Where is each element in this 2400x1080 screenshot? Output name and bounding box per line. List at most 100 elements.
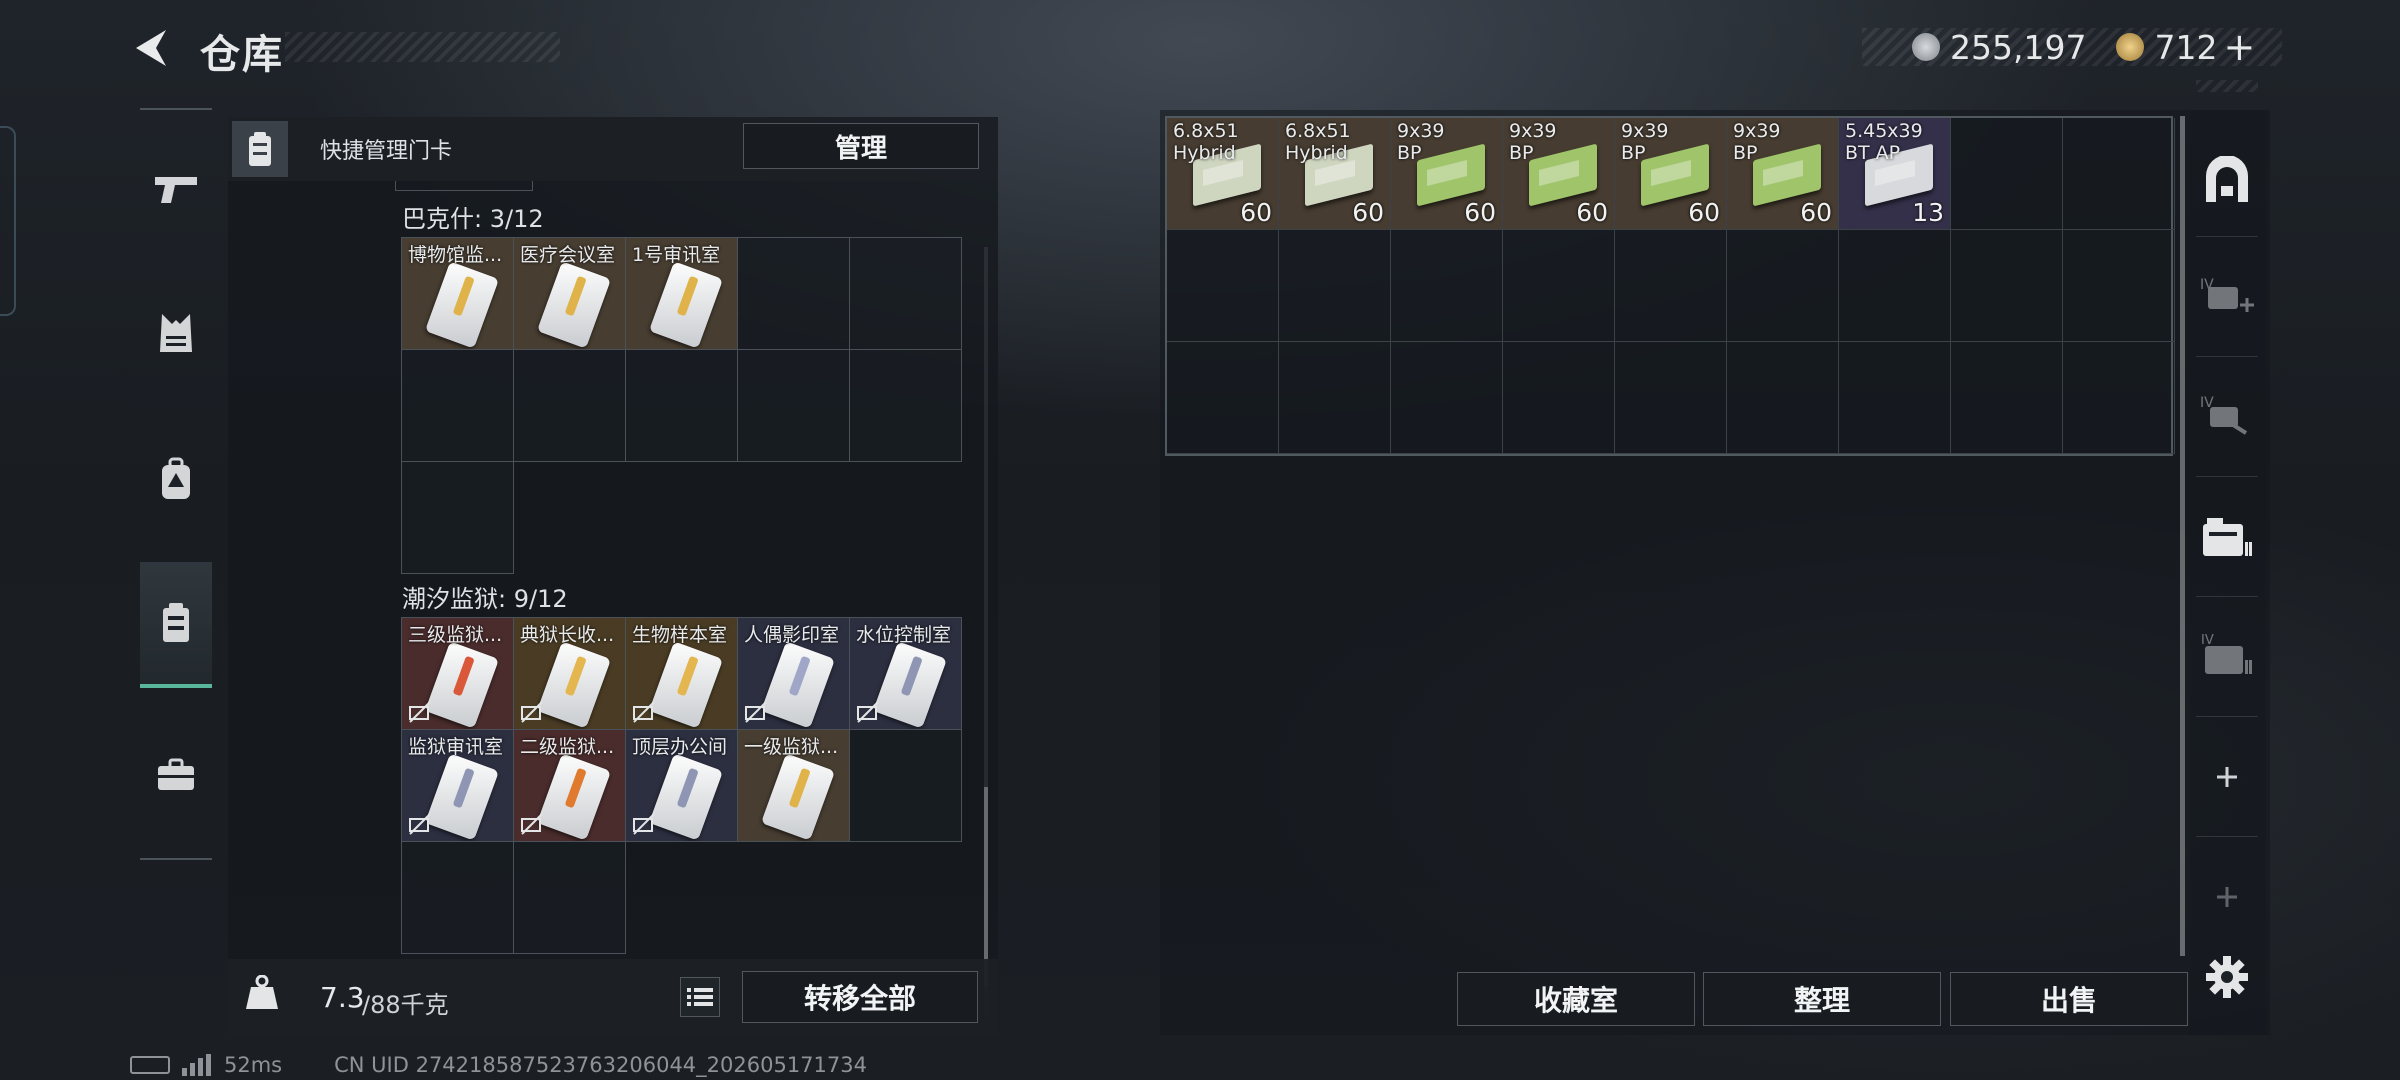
- empty-slot[interactable]: [513, 349, 626, 462]
- tool-add-slot-2[interactable]: [2198, 868, 2256, 926]
- empty-slot[interactable]: [1615, 342, 1727, 454]
- tool-separator: [2196, 236, 2258, 237]
- keycard-slot[interactable]: 1号审讯室: [625, 237, 738, 350]
- empty-slot[interactable]: [625, 349, 738, 462]
- ammo-item[interactable]: 9x39 BP 60: [1615, 118, 1727, 230]
- empty-slot[interactable]: [849, 729, 962, 842]
- weight-capacity: /88千克: [362, 991, 449, 1019]
- empty-slot[interactable]: [1503, 342, 1615, 454]
- sort-button[interactable]: 整理: [1703, 972, 1941, 1026]
- empty-slot[interactable]: [2063, 118, 2175, 230]
- empty-slot[interactable]: [401, 349, 514, 462]
- keycard-label: 二级监狱...: [520, 736, 615, 758]
- keycard-grid-bakhsh: 博物馆监... 医疗会议室 1号审讯室: [401, 237, 962, 574]
- panel-scrollbar[interactable]: [984, 247, 988, 1017]
- uid-text: CN UID 274218587523763206044_20260517173…: [334, 1053, 867, 1077]
- empty-slot[interactable]: [1839, 230, 1951, 342]
- empty-slot[interactable]: [737, 349, 850, 462]
- empty-slot[interactable]: [1951, 118, 2063, 230]
- add-currency-button[interactable]: +: [2223, 25, 2255, 69]
- plus-icon: [2217, 887, 2237, 907]
- sidebar-top-divider: [140, 108, 212, 110]
- ammo-item[interactable]: 9x39 BP 60: [1727, 118, 1839, 230]
- ammo-item[interactable]: 9x39 BP 60: [1503, 118, 1615, 230]
- title-decoration: [285, 32, 560, 62]
- sidebar-bottom-divider: [140, 858, 212, 860]
- keycard-slot[interactable]: 水位控制室: [849, 617, 962, 730]
- keycard-image: [424, 753, 500, 841]
- keycard-slot[interactable]: 二级监狱...: [513, 729, 626, 842]
- tool-keycard-folder-2[interactable]: IV: [2198, 626, 2256, 684]
- collection-room-button[interactable]: 收藏室: [1457, 972, 1695, 1026]
- empty-slot[interactable]: [401, 461, 514, 574]
- tool-keycard-folder[interactable]: [2198, 508, 2256, 566]
- empty-slot[interactable]: [1279, 342, 1391, 454]
- section-title-bakhsh: 巴克什: 3/12: [402, 205, 544, 233]
- keycard-slot[interactable]: 监狱审讯室: [401, 729, 514, 842]
- empty-slot[interactable]: [401, 841, 514, 954]
- empty-slot[interactable]: [1615, 230, 1727, 342]
- empty-slot[interactable]: [2063, 342, 2175, 454]
- keycard-slot[interactable]: 典狱长收...: [513, 617, 626, 730]
- empty-slot[interactable]: [1951, 342, 2063, 454]
- edge-tab[interactable]: [0, 126, 16, 316]
- ammo-item[interactable]: 6.8x51 Hybrid 60: [1167, 118, 1279, 230]
- ammo-item[interactable]: 5.45x39 BT AP 13: [1839, 118, 1951, 230]
- keycard-slot[interactable]: 博物馆监...: [401, 237, 514, 350]
- empty-slot[interactable]: [1727, 230, 1839, 342]
- back-button[interactable]: [126, 24, 178, 72]
- tool-column-header: [2196, 80, 2258, 92]
- sidebar-item-backpack[interactable]: [140, 416, 212, 542]
- manage-button[interactable]: 管理: [743, 123, 979, 169]
- empty-slot[interactable]: [849, 349, 962, 462]
- backpack-icon: [162, 457, 190, 499]
- empty-slot[interactable]: [849, 237, 962, 350]
- keycard-slot[interactable]: 一级监狱...: [737, 729, 850, 842]
- empty-slot[interactable]: [513, 841, 626, 954]
- page-title: 仓库: [200, 32, 284, 78]
- currency-bar: 255,197 712 +: [1862, 25, 2282, 69]
- keycard-slot[interactable]: 三级监狱...: [401, 617, 514, 730]
- section-title-tidal-prison: 潮汐监狱: 9/12: [402, 585, 568, 613]
- empty-slot[interactable]: [1951, 230, 2063, 342]
- grid-gap: [849, 841, 961, 953]
- empty-slot[interactable]: [1839, 342, 1951, 454]
- unbound-icon: [408, 701, 432, 723]
- keycard-slot[interactable]: 生物样本室: [625, 617, 738, 730]
- currency-silver-value: 255,197: [1950, 27, 2087, 67]
- sidebar-item-keycard-case[interactable]: [140, 562, 212, 688]
- transfer-all-button[interactable]: 转移全部: [742, 971, 978, 1023]
- sidebar-item-toolbox[interactable]: [140, 712, 212, 838]
- keycard-slot[interactable]: 医疗会议室: [513, 237, 626, 350]
- tool-separator: [2196, 476, 2258, 477]
- empty-slot[interactable]: [1503, 230, 1615, 342]
- ammo-item[interactable]: 6.8x51 Hybrid 60: [1279, 118, 1391, 230]
- battery-icon: [130, 1056, 170, 1074]
- empty-slot[interactable]: [2063, 230, 2175, 342]
- empty-slot[interactable]: [1391, 342, 1503, 454]
- sidebar-item-armor[interactable]: [140, 270, 212, 396]
- ammo-item[interactable]: 9x39 BP 60: [1391, 118, 1503, 230]
- unbound-icon: [632, 813, 656, 835]
- empty-slot[interactable]: [737, 237, 850, 350]
- empty-slot[interactable]: [1727, 342, 1839, 454]
- list-view-button[interactable]: [680, 977, 720, 1017]
- list-icon: [687, 988, 713, 1006]
- empty-slot[interactable]: [1167, 230, 1279, 342]
- keycard-slot[interactable]: 顶层办公间: [625, 729, 738, 842]
- folder-keycard-icon: [2203, 518, 2252, 556]
- empty-slot[interactable]: [1167, 342, 1279, 454]
- sidebar-item-weapons[interactable]: [140, 126, 212, 252]
- stash-scrollbar[interactable]: [2180, 116, 2185, 956]
- sell-button[interactable]: 出售: [1950, 972, 2188, 1026]
- keycard-slot[interactable]: 人偶影印室: [737, 617, 850, 730]
- tool-stash-home[interactable]: [2198, 150, 2256, 208]
- tool-add-keycard[interactable]: IV: [2198, 268, 2256, 326]
- empty-slot[interactable]: [1279, 230, 1391, 342]
- scrollbar-thumb[interactable]: [984, 787, 988, 987]
- tool-keycard-swap[interactable]: IV: [2198, 386, 2256, 444]
- ammo-name: 6.8x51 Hybrid: [1173, 120, 1239, 164]
- empty-slot[interactable]: [1391, 230, 1503, 342]
- settings-button[interactable]: [2198, 948, 2256, 1006]
- tool-add-slot[interactable]: [2198, 748, 2256, 806]
